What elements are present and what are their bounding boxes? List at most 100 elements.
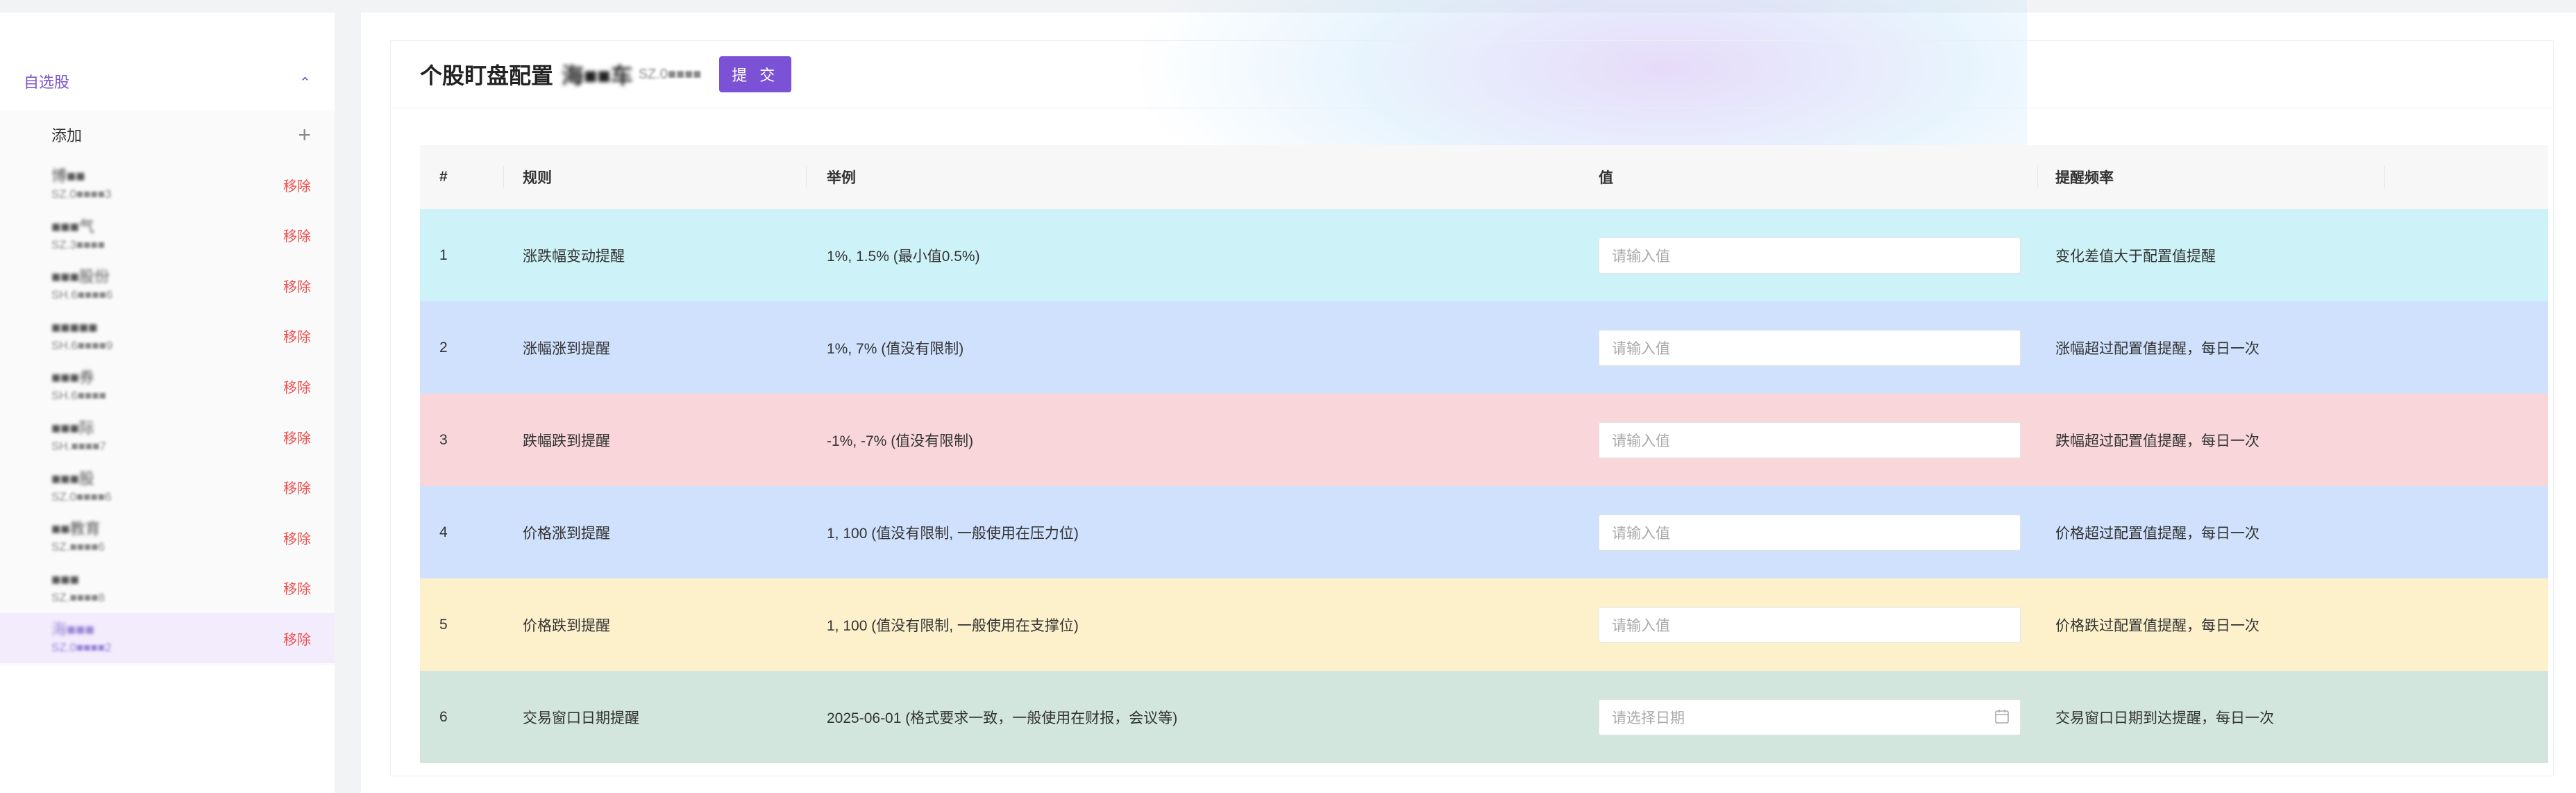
watchlist-item[interactable]: ■■■ SZ.■■■■8 移除 xyxy=(0,563,335,613)
col-header-example: 举例 xyxy=(827,170,856,186)
stock-info: 博■■ SZ.0■■■■3 xyxy=(51,168,111,201)
remove-stock-button[interactable]: 移除 xyxy=(283,326,311,346)
stock-name: ■■■际 xyxy=(51,419,94,437)
watchlist-item[interactable]: 海■■■ SZ.0■■■■2 移除 xyxy=(0,613,335,664)
stock-info: ■■■股 SZ.0■■■■6 xyxy=(51,469,112,504)
stock-info: ■■■■■ SH.6■■■■9 xyxy=(51,319,112,353)
remove-stock-button[interactable]: 移除 xyxy=(283,628,311,649)
watchlist-item[interactable]: ■■■气 SZ.3■■■■ 移除 xyxy=(0,210,335,260)
row-rule: 跌幅跌到提醒 xyxy=(523,433,610,449)
col-header-rule: 规则 xyxy=(523,170,552,186)
config-card: 个股盯盘配置 海■■车 SZ.0■■■■ 提 交 # 规则 举例 值 提醒频率 … xyxy=(390,40,2554,776)
watchlist-item[interactable]: ■■■■■ SH.6■■■■9 移除 xyxy=(0,311,335,361)
table-row: 4 价格涨到提醒 1, 100 (值没有限制, 一般使用在压力位) 请输入值 价格超过配… xyxy=(420,486,2548,578)
selected-stock-code: SZ.0■■■■ xyxy=(638,66,702,82)
stock-name: ■■■股 xyxy=(51,469,94,487)
remove-stock-button[interactable]: 移除 xyxy=(283,276,311,296)
col-header-index: # xyxy=(439,169,448,185)
row-rule: 价格跌到提醒 xyxy=(523,617,610,634)
stock-name: ■■■股份 xyxy=(51,268,110,286)
table-row: 2 涨幅涨到提醒 1%, 7% (值没有限制) 请输入值 涨幅超过配置值提醒，每日一次 xyxy=(420,301,2548,394)
stock-code: SH.6■■■■9 xyxy=(51,338,113,352)
remove-stock-button[interactable]: 移除 xyxy=(283,175,311,195)
watchlist-group-title: 自选股 xyxy=(24,74,70,91)
watchlist-item[interactable]: 博■■ SZ.0■■■■3 移除 xyxy=(0,160,335,210)
row-rule: 涨跌幅变动提醒 xyxy=(523,248,625,265)
table-row: 3 跌幅跌到提醒 -1%, -7% (值没有限制) 请输入值 跌幅超过配置值提醒，每日一… xyxy=(420,394,2548,486)
row-rule: 价格涨到提醒 xyxy=(523,525,610,542)
stock-code: SZ.0■■■■2 xyxy=(51,641,112,655)
remove-stock-button[interactable]: 移除 xyxy=(283,376,311,396)
watchlist-item[interactable]: ■■■券 SH.6■■■■ 移除 xyxy=(0,361,335,411)
remove-stock-button[interactable]: 移除 xyxy=(283,225,311,245)
table-row: 1 涨跌幅变动提醒 1%, 1.5% (最小值0.5%) 请输入值 变化差值大于配置值提… xyxy=(420,209,2548,301)
watchlist-item[interactable]: ■■■股份 SH.6■■■■6 移除 xyxy=(0,260,335,310)
value-input[interactable]: 请输入值 xyxy=(1599,237,2021,274)
chevron-up-icon[interactable]: ⌄ xyxy=(299,73,311,90)
remove-stock-button[interactable]: 移除 xyxy=(283,528,311,548)
row-example: 1, 100 (值没有限制, 一般使用在支撑位) xyxy=(827,617,1079,634)
stock-name: ■■教育 xyxy=(51,520,101,538)
stock-name: ■■■气 xyxy=(51,217,94,235)
stock-name: 博■■ xyxy=(51,167,85,185)
watchlist: 添加 + 博■■ SZ.0■■■■3 移除 ■■■气 SZ.3■■■■ 移除 ■■■股份 SH… xyxy=(0,110,335,665)
card-header: 个股盯盘配置 海■■车 SZ.0■■■■ 提 交 xyxy=(391,41,2553,108)
value-input[interactable]: 请输入值 xyxy=(1599,606,2021,643)
col-header-frequency: 提醒频率 xyxy=(2055,170,2114,186)
value-input[interactable]: 请输入值 xyxy=(1599,421,2021,458)
selected-stock-name: 海■■车 xyxy=(562,63,633,88)
row-index: 2 xyxy=(439,339,448,356)
row-example: -1%, -7% (值没有限制) xyxy=(827,433,974,449)
stock-code: SZ.■■■■8 xyxy=(51,590,105,604)
sidebar: 自选股 ⌄ 添加 + 博■■ SZ.0■■■■3 移除 ■■■气 SZ.3■■■■ 移除 ■… xyxy=(0,12,335,793)
row-example: 1%, 7% (值没有限制) xyxy=(827,340,964,357)
row-rule: 交易窗口日期提醒 xyxy=(523,710,639,726)
stock-info: 海■■■ SZ.0■■■■2 xyxy=(51,621,111,655)
date-picker-input[interactable]: 请选择日期 xyxy=(1599,699,2021,735)
stock-code: SZ.■■■■6 xyxy=(51,540,105,554)
remove-stock-button[interactable]: 移除 xyxy=(283,578,311,598)
stock-code: SZ.0■■■■6 xyxy=(51,490,112,503)
add-stock-row[interactable]: 添加 + xyxy=(0,110,335,160)
input-placeholder: 请选择日期 xyxy=(1612,710,1685,726)
stock-name: ■■■券 xyxy=(51,369,94,387)
watchlist-group-header[interactable]: 自选股 ⌄ xyxy=(0,53,335,110)
add-stock-label: 添加 xyxy=(51,127,83,144)
input-placeholder: 请输入值 xyxy=(1612,617,1670,634)
row-example: 1%, 1.5% (最小值0.5%) xyxy=(827,248,980,265)
table-header: # 规则 举例 值 提醒频率 xyxy=(420,145,2548,209)
calendar-icon[interactable] xyxy=(1995,709,2009,724)
value-input[interactable]: 请输入值 xyxy=(1599,514,2021,551)
row-rule: 涨幅涨到提醒 xyxy=(523,340,610,357)
remove-stock-button[interactable]: 移除 xyxy=(283,477,311,497)
row-index: 5 xyxy=(439,616,448,633)
col-divider xyxy=(503,166,504,188)
row-frequency: 跌幅超过配置值提醒，每日一次 xyxy=(2055,433,2259,449)
stock-code: SH.6■■■■6 xyxy=(51,288,113,302)
input-placeholder: 请输入值 xyxy=(1612,433,1670,449)
input-placeholder: 请输入值 xyxy=(1612,248,1670,265)
remove-stock-button[interactable]: 移除 xyxy=(283,427,311,447)
plus-icon[interactable]: + xyxy=(298,122,311,148)
row-index: 4 xyxy=(439,524,448,540)
stock-info: ■■■股份 SH.6■■■■6 xyxy=(51,269,112,302)
col-divider xyxy=(806,166,807,188)
row-frequency: 价格跌过配置值提醒，每日一次 xyxy=(2055,617,2259,634)
page-title: 个股盯盘配置 xyxy=(420,63,554,88)
row-frequency: 涨幅超过配置值提醒，每日一次 xyxy=(2055,340,2259,357)
rules-table: # 规则 举例 值 提醒频率 1 涨跌幅变动提醒 1%, 1.5% (最小值0.5%… xyxy=(420,145,2548,763)
stock-info: ■■■气 SZ.3■■■■ xyxy=(51,217,105,252)
row-frequency: 交易窗口日期到达提醒，每日一次 xyxy=(2055,710,2274,726)
submit-button[interactable]: 提 交 xyxy=(719,56,792,92)
row-index: 1 xyxy=(439,247,448,263)
stock-code: SZ.3■■■■ xyxy=(51,237,105,251)
input-placeholder: 请输入值 xyxy=(1612,340,1670,357)
row-frequency: 变化差值大于配置值提醒 xyxy=(2055,248,2216,265)
row-frequency: 价格超过配置值提醒，每日一次 xyxy=(2055,525,2259,542)
stock-code: SZ.0■■■■3 xyxy=(51,187,112,201)
watchlist-item[interactable]: ■■■际 SH.■■■■7 移除 xyxy=(0,412,335,462)
value-input[interactable]: 请输入值 xyxy=(1599,329,2021,366)
watchlist-item[interactable]: ■■■股 SZ.0■■■■6 移除 xyxy=(0,462,335,512)
stock-info: ■■■券 SH.6■■■■ xyxy=(51,369,106,403)
watchlist-item[interactable]: ■■教育 SZ.■■■■6 移除 xyxy=(0,512,335,562)
